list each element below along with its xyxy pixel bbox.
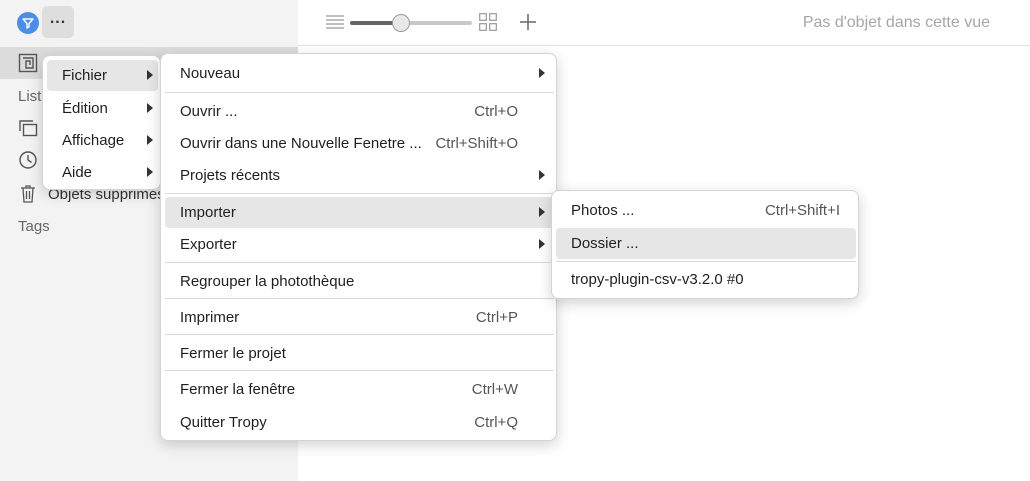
- clock-icon: [18, 150, 38, 170]
- menu-item-label: Affichage: [62, 132, 125, 149]
- menu-item-label: Fichier: [62, 67, 108, 84]
- menu-item-label: Regrouper la photothèque: [180, 273, 355, 290]
- more-menu-button[interactable]: ...: [42, 6, 74, 38]
- maze-icon: [18, 53, 38, 73]
- menu-item-label: Photos ...: [571, 202, 635, 219]
- menu-item-label: Ouvrir dans une Nouvelle Fenetre ...: [180, 135, 422, 152]
- toolbar: Pas d'objet dans cette vue: [298, 0, 1030, 46]
- menu-separator: [165, 298, 554, 299]
- menu-item-label: Quitter Tropy: [180, 414, 267, 431]
- menu-item-affichage[interactable]: Affichage: [47, 125, 158, 156]
- menu-item-label: Ouvrir ...: [180, 103, 238, 120]
- funnel-icon: [22, 18, 34, 29]
- menu-item-shortcut: Ctrl+O: [474, 103, 518, 120]
- menu-item-label: Aide: [62, 164, 93, 181]
- ellipsis-icon: ...: [49, 10, 67, 27]
- menu-separator: [165, 334, 554, 335]
- menu-item-ouvrir-nouvelle-fenetre[interactable]: Ouvrir dans une Nouvelle Fenetre ... Ctr…: [165, 128, 554, 159]
- list-view-icon[interactable]: [326, 15, 344, 29]
- menu-item-label: Projets récents: [180, 167, 281, 184]
- add-item-icon[interactable]: [518, 12, 538, 32]
- tags-heading: Tags: [18, 218, 50, 235]
- menu-item-shortcut: Ctrl+W: [471, 381, 518, 398]
- menu-item-projets-recents[interactable]: Projets récents: [165, 160, 554, 191]
- menu-item-label: Fermer la fenêtre: [180, 381, 296, 398]
- zoom-slider-thumb[interactable]: [392, 14, 411, 32]
- menu-item-regrouper[interactable]: Regrouper la photothèque: [165, 266, 554, 297]
- trash-icon: [18, 184, 38, 204]
- menu-separator: [556, 261, 856, 262]
- menu-separator: [165, 370, 554, 371]
- submenu-arrow-icon: [147, 135, 153, 145]
- menu-item-label: tropy-plugin-csv-v3.2.0 #0: [571, 271, 744, 288]
- menu-item-ouvrir[interactable]: Ouvrir ... Ctrl+O: [165, 96, 554, 127]
- menu-item-label: Imprimer: [180, 309, 240, 326]
- file-menu: Nouveau Ouvrir ... Ctrl+O Ouvrir dans un…: [160, 53, 557, 441]
- menu-item-import-dossier[interactable]: Dossier ...: [556, 228, 856, 259]
- menu-item-fichier[interactable]: Fichier: [47, 60, 158, 91]
- menu-separator: [165, 193, 554, 194]
- menu-separator: [165, 262, 554, 263]
- menu-separator: [165, 92, 554, 93]
- menu-item-label: Fermer le projet: [180, 345, 286, 362]
- submenu-arrow-icon: [147, 167, 153, 177]
- app-menu: Fichier Édition Affichage Aide: [42, 55, 161, 190]
- submenu-arrow-icon: [539, 207, 545, 217]
- menu-item-imprimer[interactable]: Imprimer Ctrl+P: [165, 302, 554, 333]
- submenu-arrow-icon: [147, 70, 153, 80]
- zoom-slider[interactable]: [350, 14, 472, 32]
- menu-item-shortcut: Ctrl+P: [475, 309, 518, 326]
- menu-item-edition[interactable]: Édition: [47, 93, 158, 124]
- menu-item-aide[interactable]: Aide: [47, 157, 158, 188]
- menu-item-label: Édition: [62, 100, 108, 117]
- menu-item-exporter[interactable]: Exporter: [165, 229, 554, 260]
- tropy-app-icon[interactable]: [17, 12, 39, 34]
- empty-view-status: Pas d'objet dans cette vue: [802, 14, 990, 31]
- submenu-arrow-icon: [147, 103, 153, 113]
- menu-item-import-plugin-csv[interactable]: tropy-plugin-csv-v3.2.0 #0: [556, 264, 856, 295]
- menu-item-label: Dossier ...: [571, 235, 639, 252]
- menu-item-quitter[interactable]: Quitter Tropy Ctrl+Q: [165, 407, 554, 438]
- menu-item-nouveau[interactable]: Nouveau: [165, 58, 554, 89]
- menu-item-fermer-projet[interactable]: Fermer le projet: [165, 338, 554, 369]
- grid-view-icon[interactable]: [479, 13, 497, 31]
- import-menu: Photos ... Ctrl+Shift+I Dossier ... trop…: [551, 190, 859, 299]
- menu-item-label: Nouveau: [180, 65, 241, 82]
- menu-item-label: Exporter: [180, 236, 237, 253]
- submenu-arrow-icon: [539, 170, 545, 180]
- stack-icon: [18, 118, 38, 138]
- menu-item-import-photos[interactable]: Photos ... Ctrl+Shift+I: [556, 195, 856, 226]
- menu-item-shortcut: Ctrl+Q: [474, 414, 518, 431]
- menu-item-importer[interactable]: Importer: [165, 197, 554, 228]
- menu-item-label: Importer: [180, 204, 236, 221]
- submenu-arrow-icon: [539, 239, 545, 249]
- menu-item-shortcut: Ctrl+Shift+I: [764, 202, 840, 219]
- menu-item-fermer-fenetre[interactable]: Fermer la fenêtre Ctrl+W: [165, 374, 554, 405]
- submenu-arrow-icon: [539, 68, 545, 78]
- menu-item-shortcut: Ctrl+Shift+O: [435, 135, 518, 152]
